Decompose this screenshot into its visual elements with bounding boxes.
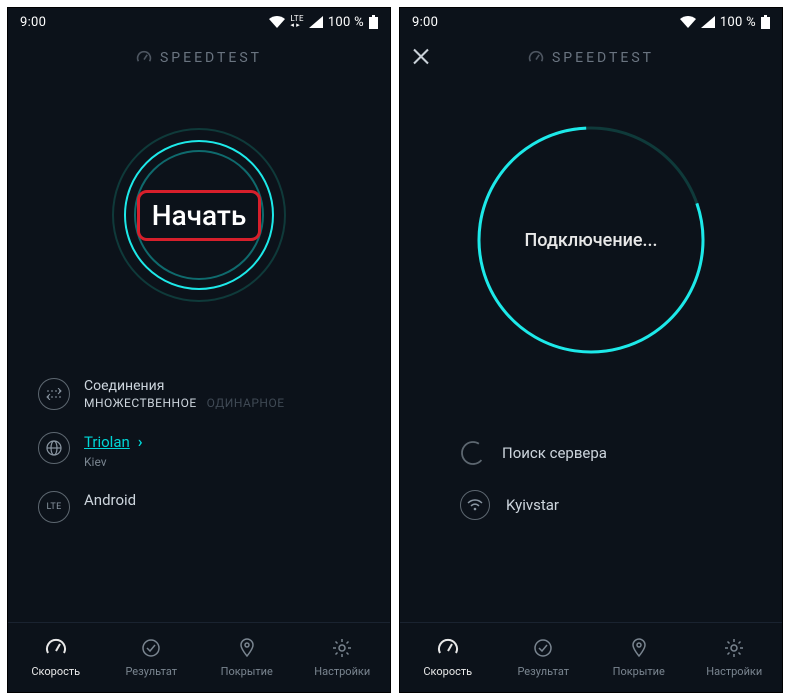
bottom-nav: Скорость Результат Покрытие Настройки bbox=[400, 622, 782, 692]
connections-multi: МНОЖЕСТВЕННОЕ bbox=[84, 396, 197, 410]
spinner-icon bbox=[460, 440, 486, 466]
brand: SPEEDTEST bbox=[528, 50, 654, 66]
globe-icon bbox=[38, 432, 70, 464]
lte-indicator: LTE◂ ▸ bbox=[290, 15, 303, 29]
carrier-name: Android bbox=[84, 491, 136, 509]
connections-title: Соединения bbox=[84, 378, 285, 394]
status-time: 9:00 bbox=[20, 15, 46, 30]
signal-icon bbox=[701, 16, 715, 28]
status-time: 9:00 bbox=[412, 15, 438, 30]
close-button[interactable] bbox=[412, 48, 430, 69]
bottom-nav: Скорость Результат Покрытие Настройки bbox=[8, 622, 390, 692]
phone-right: 9:00 100 % SPEEDTEST Подключение... bbox=[399, 7, 783, 693]
carrier-row: Kyivstar bbox=[460, 490, 752, 520]
main-area: Начать Соединения МНОЖЕСТВЕННОЕ ОДИНАРНО… bbox=[8, 80, 390, 622]
wifi-small-icon bbox=[460, 490, 490, 520]
main-area: Подключение... Поиск сервера Kyivstar bbox=[400, 80, 782, 622]
go-label-highlight: Начать bbox=[137, 190, 262, 241]
nav-coverage[interactable]: Покрытие bbox=[591, 623, 687, 692]
phone-left: 9:00 LTE◂ ▸ 100 % SPEEDTEST Начать bbox=[7, 7, 391, 693]
status-icons: LTE◂ ▸ 100 % bbox=[269, 15, 378, 30]
carrier-name: Kyivstar bbox=[506, 496, 559, 514]
gauge-icon bbox=[528, 50, 544, 66]
server-name[interactable]: Triolan bbox=[84, 433, 130, 451]
server-city: Kiev bbox=[84, 455, 143, 469]
server-row[interactable]: Triolan › Kiev bbox=[38, 432, 360, 469]
connections-single: ОДИНАРНОЕ bbox=[207, 396, 285, 410]
signal-icon bbox=[309, 16, 323, 28]
nav-coverage[interactable]: Покрытие bbox=[199, 623, 295, 692]
brand-text: SPEEDTEST bbox=[552, 50, 654, 66]
app-header: SPEEDTEST bbox=[400, 36, 782, 80]
search-server-row: Поиск сервера bbox=[460, 440, 752, 466]
nav-result[interactable]: Результат bbox=[104, 623, 200, 692]
wifi-icon bbox=[680, 16, 696, 28]
gauge-icon bbox=[136, 50, 152, 66]
battery-icon bbox=[369, 15, 378, 29]
battery-percent: 100 % bbox=[328, 15, 364, 30]
connections-row[interactable]: Соединения МНОЖЕСТВЕННОЕ ОДИНАРНОЕ bbox=[38, 378, 360, 410]
go-label: Начать bbox=[152, 199, 247, 232]
app-header: SPEEDTEST bbox=[8, 36, 390, 80]
nav-result[interactable]: Результат bbox=[496, 623, 592, 692]
connections-icon bbox=[38, 378, 70, 410]
status-icons: 100 % bbox=[680, 15, 770, 30]
nav-settings[interactable]: Настройки bbox=[295, 623, 391, 692]
wifi-icon bbox=[269, 16, 285, 28]
brand: SPEEDTEST bbox=[136, 50, 262, 66]
go-button[interactable]: Начать bbox=[111, 127, 287, 303]
lte-icon: LTE bbox=[38, 491, 70, 523]
status-bar: 9:00 100 % bbox=[400, 8, 782, 36]
search-label: Поиск сервера bbox=[502, 444, 607, 462]
network-row: LTE Android bbox=[38, 491, 360, 523]
nav-speed[interactable]: Скорость bbox=[8, 623, 104, 692]
battery-percent: 100 % bbox=[720, 15, 756, 30]
close-icon bbox=[412, 48, 430, 66]
battery-icon bbox=[761, 15, 770, 29]
nav-settings[interactable]: Настройки bbox=[687, 623, 783, 692]
chevron-right-icon: › bbox=[138, 432, 143, 451]
brand-text: SPEEDTEST bbox=[160, 50, 262, 66]
connecting-ring: Подключение... bbox=[471, 120, 711, 360]
status-bar: 9:00 LTE◂ ▸ 100 % bbox=[8, 8, 390, 36]
nav-speed[interactable]: Скорость bbox=[400, 623, 496, 692]
